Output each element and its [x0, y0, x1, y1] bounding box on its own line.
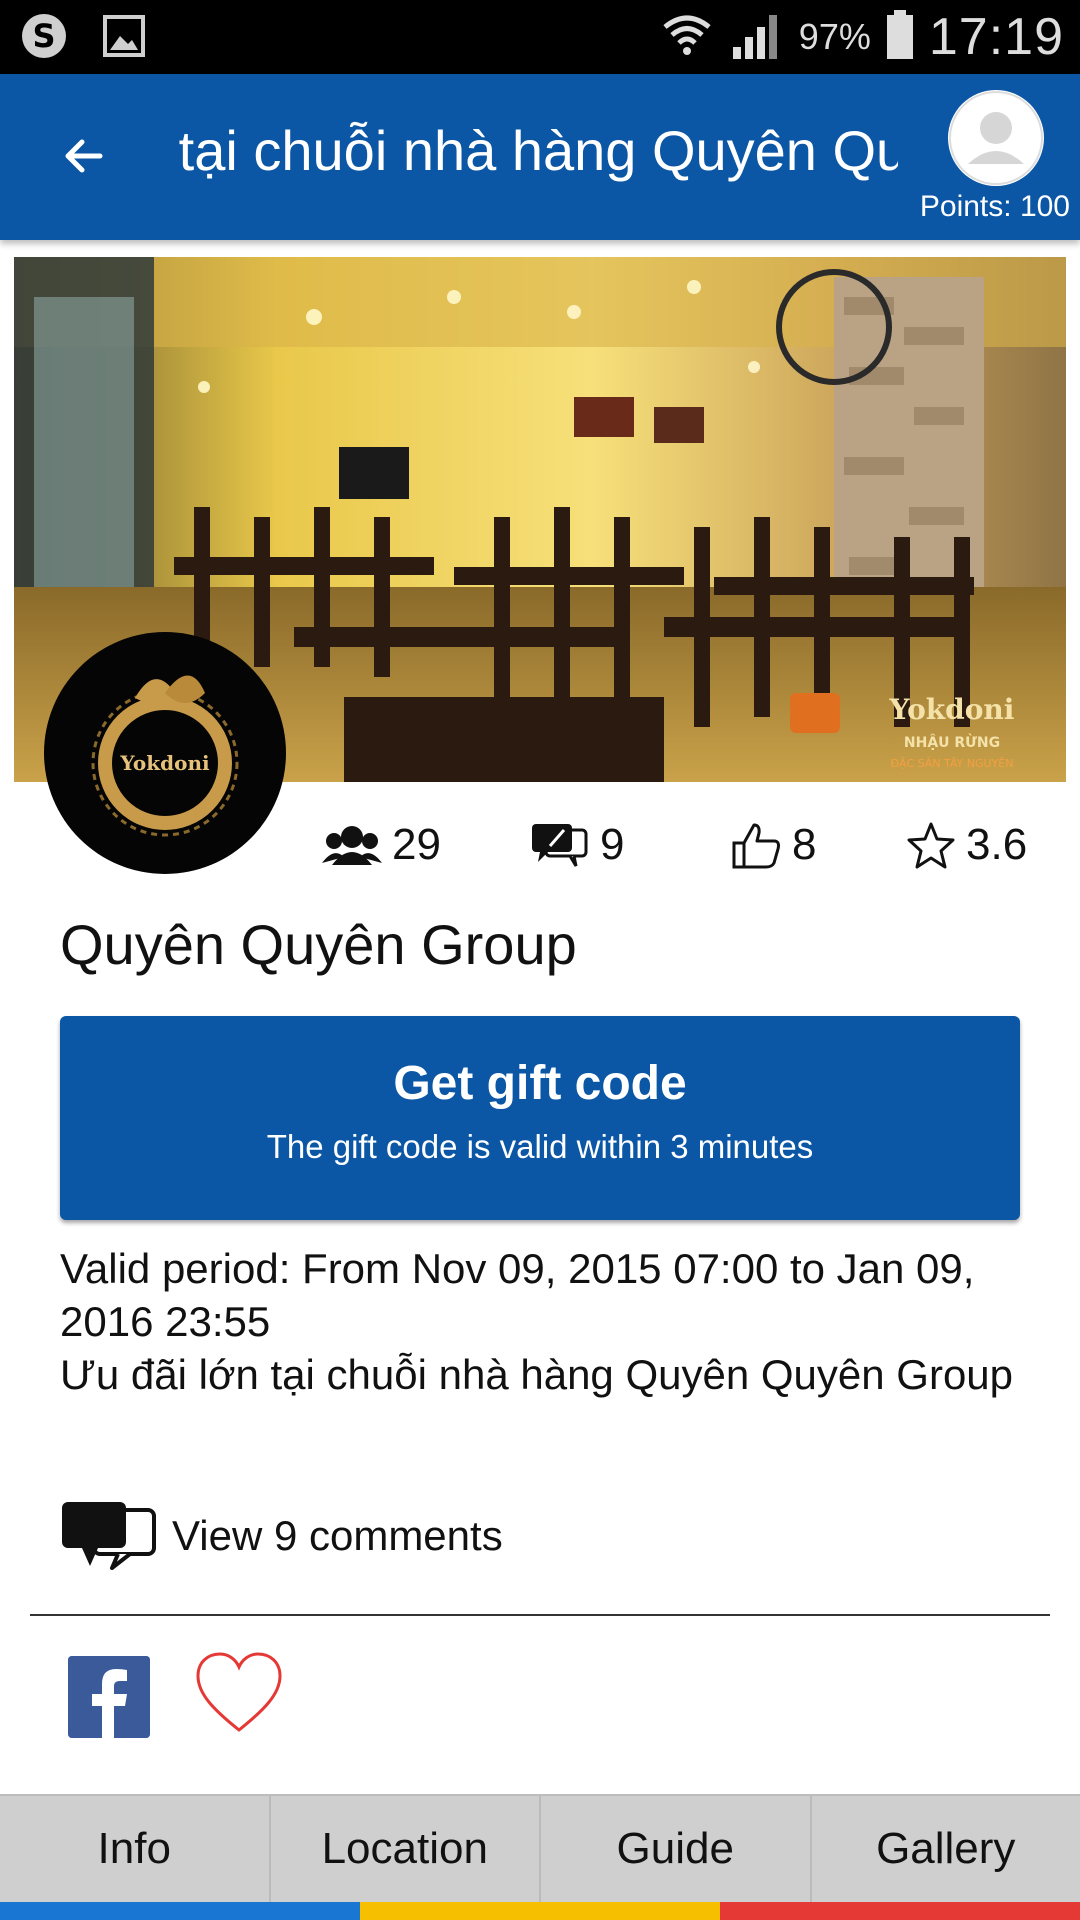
- offer-text: Ưu đãi lớn tại chuỗi nhà hàng Quyên Quyê…: [60, 1351, 1014, 1398]
- user-avatar-icon: [949, 91, 1043, 185]
- view-comments-link[interactable]: View 9 comments: [60, 1498, 503, 1574]
- title-marquee: Ưu đãi lớn tại chuỗi nhà hàng Quyên Quyê…: [178, 114, 898, 194]
- photo-brand-text: Yokdoni: [889, 693, 1015, 726]
- bottom-tabs: Info Location Guide Gallery: [0, 1794, 1080, 1902]
- tab-location[interactable]: Location: [271, 1796, 541, 1902]
- divider: [30, 1614, 1050, 1616]
- heart-icon: [196, 1652, 282, 1732]
- battery-percent: 97%: [798, 16, 871, 57]
- likes-stat[interactable]: 8: [730, 812, 816, 878]
- tab-info[interactable]: Info: [0, 1796, 271, 1902]
- skype-icon: S: [18, 10, 70, 62]
- rating-stat[interactable]: 3.6: [906, 812, 1027, 878]
- comments-icon: [62, 1502, 156, 1570]
- group-name: Quyên Quyên Group: [60, 913, 577, 976]
- facebook-icon: [68, 1656, 150, 1738]
- view-comments-label: View 9 comments: [172, 1512, 503, 1559]
- comments-stat[interactable]: 9: [530, 812, 624, 878]
- group-icon: [322, 826, 382, 865]
- comment-icon: [532, 824, 588, 867]
- clock: 17:19: [928, 8, 1064, 66]
- gallery-icon: [98, 10, 150, 62]
- strip-red: [720, 1902, 1080, 1920]
- tab-gallery[interactable]: Gallery: [812, 1796, 1080, 1902]
- valid-period: Valid period: From Nov 09, 2015 07:00 to…: [60, 1245, 975, 1345]
- gift-button-subtitle: The gift code is valid within 3 minutes: [266, 1128, 814, 1165]
- strip-blue: [0, 1902, 360, 1920]
- tab-guide[interactable]: Guide: [541, 1796, 812, 1902]
- back-button[interactable]: [52, 124, 116, 188]
- status-bar: S 97% 17:19: [0, 0, 1080, 74]
- thumbs-up-icon: [732, 823, 780, 869]
- avatar-button[interactable]: [948, 90, 1044, 186]
- stats-row: 29 9 8 3.6: [0, 812, 1080, 878]
- comments-count: 9: [600, 820, 625, 869]
- battery-icon: [885, 9, 915, 65]
- get-gift-code-button[interactable]: Get gift code The gift code is valid wit…: [60, 1016, 1020, 1220]
- points-label: Points: 100: [919, 190, 1070, 223]
- photo-caption-line2: ĐẶC SẢN TÂY NGUYÊN: [891, 756, 1014, 770]
- likes-count: 8: [792, 820, 817, 869]
- followers-count: 29: [392, 820, 441, 869]
- facebook-share-button[interactable]: [68, 1656, 150, 1738]
- favorite-button[interactable]: [194, 1650, 284, 1740]
- gift-button-title: Get gift code: [393, 1057, 687, 1110]
- strip-yellow: [360, 1902, 720, 1920]
- app-bar: Ưu đãi lớn tại chuỗi nhà hàng Quyên Quyê…: [0, 74, 1080, 240]
- rating-value: 3.6: [966, 820, 1028, 869]
- logo-text: Yokdoni: [119, 751, 210, 775]
- signal-icon: [729, 9, 785, 66]
- arrow-left-icon: [65, 139, 103, 173]
- page-title: Ưu đãi lớn tại chuỗi nhà hàng Quyên Quyê…: [178, 119, 898, 182]
- status-right: 97% 17:19: [659, 0, 1064, 74]
- status-left-icons: S: [18, 10, 150, 62]
- svg-text:S: S: [32, 17, 55, 55]
- followers-stat[interactable]: 29: [322, 812, 441, 878]
- photo-caption-line1: NHẬU RỪNG: [904, 733, 1000, 751]
- offer-description: Valid period: From Nov 09, 2015 07:00 to…: [60, 1242, 1020, 1401]
- color-strip: [0, 1902, 1080, 1920]
- wifi-icon: [659, 7, 715, 68]
- star-icon: [907, 822, 955, 869]
